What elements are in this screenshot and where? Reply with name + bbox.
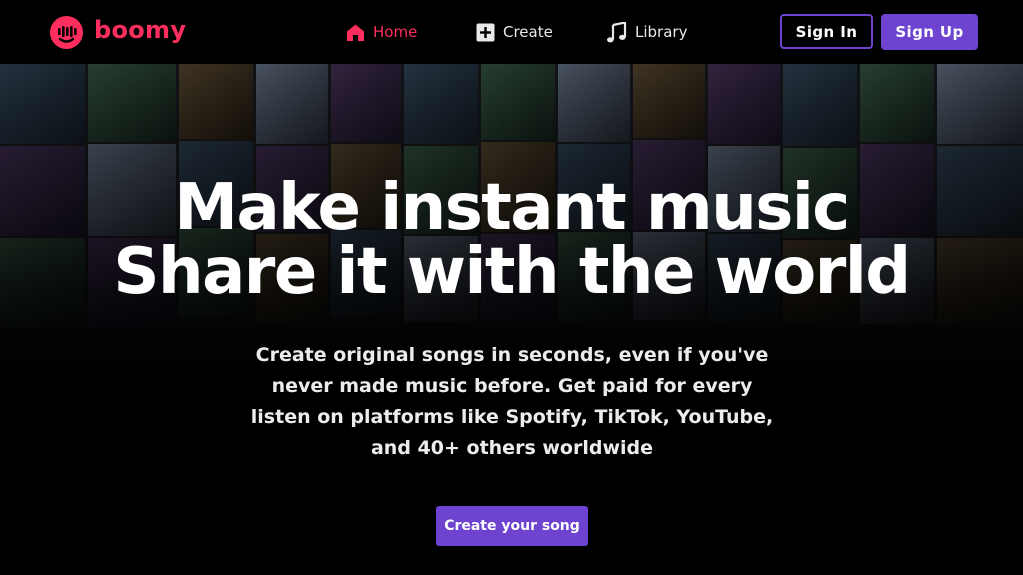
hero-gradient-overlay: [0, 64, 1023, 575]
hero-headline: Make instant music Share it with the wor…: [0, 176, 1023, 304]
music-note-icon: [607, 21, 627, 42]
hero-section: Make instant music Share it with the wor…: [0, 64, 1023, 575]
top-nav: boomy Home Create Library Sign In Sign U…: [0, 0, 1023, 64]
headline-line-2: Share it with the world: [113, 235, 911, 309]
hero-subtitle: Create original songs in seconds, even i…: [250, 344, 774, 459]
nav-home-label: Home: [373, 23, 418, 41]
nav-library-label: Library: [635, 23, 688, 41]
sign-in-button[interactable]: Sign In: [780, 14, 873, 49]
nav-item-home[interactable]: Home: [346, 19, 417, 45]
brand-name: boomy: [94, 15, 187, 44]
home-icon: [347, 24, 364, 41]
headline-line-1: Make instant music: [174, 171, 850, 245]
nav-item-create[interactable]: Create: [476, 19, 553, 45]
create-your-song-button[interactable]: Create your song: [436, 506, 588, 546]
plus-square-icon: [476, 23, 495, 41]
sign-up-button[interactable]: Sign Up: [881, 14, 978, 50]
nav-item-library[interactable]: Library: [606, 19, 687, 45]
boomy-logo[interactable]: boomy: [50, 16, 186, 49]
boomy-smiley-icon: [50, 16, 83, 49]
nav-create-label: Create: [503, 23, 553, 41]
